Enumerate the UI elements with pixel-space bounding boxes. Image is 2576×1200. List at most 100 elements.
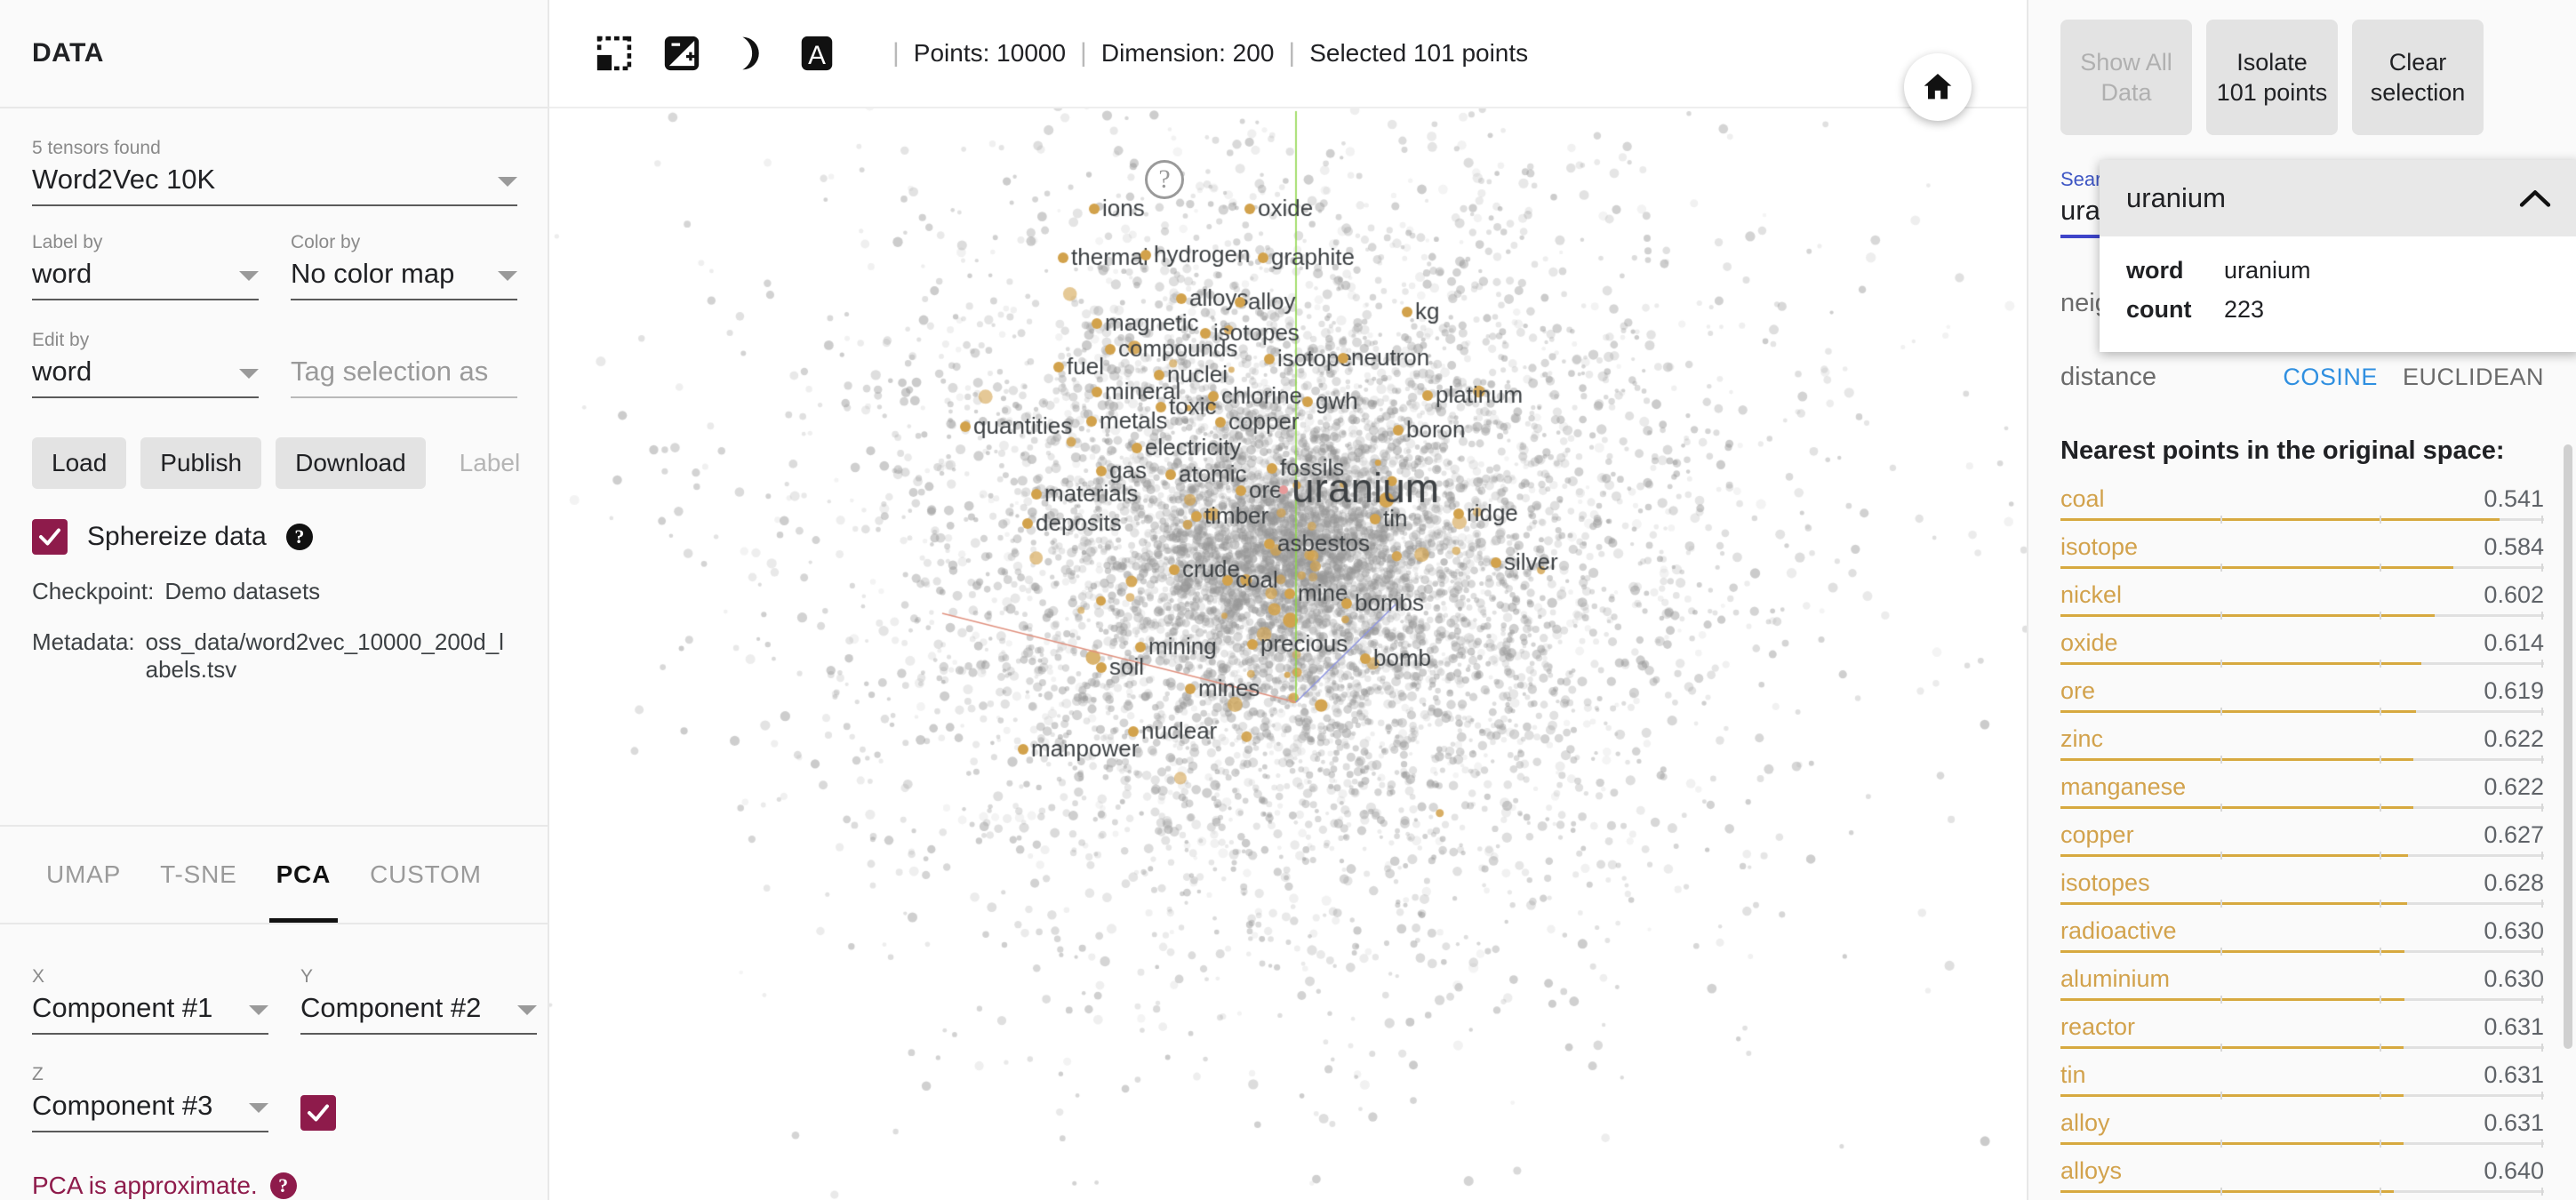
bar-tick xyxy=(2220,996,2222,1004)
nearest-point-distance: 0.630 xyxy=(2484,917,2544,944)
projector-stats: | Points: 10000 | Dimension: 200 | Selec… xyxy=(878,38,1528,68)
publish-button[interactable]: Publish xyxy=(140,437,262,489)
chevron-down-icon xyxy=(249,1005,268,1015)
tab-custom[interactable]: CUSTOM xyxy=(350,827,501,923)
nearest-point-row[interactable]: coal 0.541 xyxy=(2060,485,2544,533)
nearest-point-row[interactable]: copper 0.627 xyxy=(2060,821,2544,869)
nearest-point-row[interactable]: nickel 0.602 xyxy=(2060,581,2544,629)
nearest-point-row[interactable]: ore 0.619 xyxy=(2060,677,2544,725)
nearest-point-distance: 0.622 xyxy=(2484,773,2544,800)
pca-x-select[interactable]: Component #1 xyxy=(32,990,268,1035)
tab-pca[interactable]: PCA xyxy=(257,827,351,923)
nearest-point-bar xyxy=(2060,1092,2544,1100)
nearest-point-row[interactable]: manganese 0.622 xyxy=(2060,773,2544,821)
stat-separator: | xyxy=(1288,38,1296,68)
bar-tick xyxy=(2220,1044,2222,1052)
nearest-point-word[interactable]: zinc xyxy=(2060,725,2103,753)
dataset-select[interactable]: Word2Vec 10K xyxy=(32,162,517,206)
help-icon[interactable]: ? xyxy=(285,524,313,550)
bar-tick xyxy=(2541,516,2544,524)
chevron-down-icon xyxy=(498,271,517,281)
bar-tick xyxy=(2380,612,2382,620)
nearest-point-row[interactable]: tin 0.631 xyxy=(2060,1061,2544,1109)
nearest-point-row[interactable]: zinc 0.622 xyxy=(2060,725,2544,773)
distance-cosine-option[interactable]: COSINE xyxy=(2283,364,2378,391)
nearest-point-row[interactable]: alloys 0.640 xyxy=(2060,1157,2544,1200)
nearest-point-word[interactable]: nickel xyxy=(2060,581,2122,609)
night-mode-contrast-icon[interactable] xyxy=(661,33,702,74)
pca-z-select[interactable]: Component #3 xyxy=(32,1088,268,1132)
nearest-point-word[interactable]: aluminium xyxy=(2060,965,2170,993)
nearest-point-word[interactable]: copper xyxy=(2060,821,2134,849)
nearest-point-row[interactable]: reactor 0.631 xyxy=(2060,1013,2544,1061)
select-rectangle-icon[interactable] xyxy=(594,33,635,74)
bar-tick xyxy=(2541,1140,2544,1148)
pca-3d-checkbox[interactable] xyxy=(300,1095,336,1131)
sphereize-row[interactable]: Sphereize data ? xyxy=(32,519,516,555)
nearest-point-word[interactable]: manganese xyxy=(2060,773,2186,801)
sphereize-checkbox[interactable] xyxy=(32,519,68,555)
tag-selection-input[interactable]: Tag selection as xyxy=(291,354,517,398)
edit-by-group: Edit by word xyxy=(32,327,259,402)
nearest-point-word[interactable]: reactor xyxy=(2060,1013,2135,1041)
bar-tick xyxy=(2541,708,2544,716)
pca-z-value: Component #3 xyxy=(32,1090,213,1121)
edit-by-select[interactable]: word xyxy=(32,354,259,398)
nearest-point-row[interactable]: alloy 0.631 xyxy=(2060,1109,2544,1157)
nearest-point-word[interactable]: oxide xyxy=(2060,629,2118,657)
tag-spacer xyxy=(291,327,517,354)
isolate-points-button[interactable]: Isolate 101 points xyxy=(2206,20,2338,135)
bar-tick xyxy=(2380,1140,2382,1148)
help-icon[interactable]: ? xyxy=(269,1172,297,1199)
distance-euclidean-option[interactable]: EUCLIDEAN xyxy=(2403,364,2544,391)
nearest-point-row[interactable]: isotope 0.584 xyxy=(2060,533,2544,581)
scatter-plot[interactable] xyxy=(549,108,2027,1200)
crescent-moon-icon[interactable] xyxy=(729,33,770,74)
nearest-point-word[interactable]: alloy xyxy=(2060,1109,2110,1137)
embedding-projector-app: DATA 5 tensors found Word2Vec 10K Label … xyxy=(0,0,2576,1200)
pca-y-select[interactable]: Component #2 xyxy=(300,990,537,1035)
bar-tick xyxy=(2220,612,2222,620)
projector-help-icon[interactable]: ? xyxy=(1145,160,1184,199)
nearest-point-distance: 0.631 xyxy=(2484,1109,2544,1136)
nearest-point-distance: 0.541 xyxy=(2484,485,2544,512)
nearest-point-word[interactable]: ore xyxy=(2060,677,2095,705)
home-icon xyxy=(1924,74,1952,100)
nearest-point-word[interactable]: tin xyxy=(2060,1061,2086,1089)
scatter-canvas[interactable] xyxy=(549,108,2027,1200)
selection-actions: Show All Data Isolate 101 points Clear s… xyxy=(2060,0,2544,135)
inspector-scrollbar[interactable] xyxy=(2564,444,2572,1049)
chevron-up-icon[interactable] xyxy=(2517,187,2553,210)
nearest-point-word[interactable]: radioactive xyxy=(2060,917,2177,945)
nearest-point-bar-fill xyxy=(2060,806,2413,809)
nearest-point-word[interactable]: coal xyxy=(2060,485,2105,513)
tab-tsne[interactable]: T-SNE xyxy=(140,827,256,923)
download-button[interactable]: Download xyxy=(276,437,426,489)
load-button[interactable]: Load xyxy=(32,437,127,489)
nearest-point-row[interactable]: radioactive 0.630 xyxy=(2060,917,2544,965)
pca-x-label: X xyxy=(32,966,45,987)
nearest-point-row[interactable]: isotopes 0.628 xyxy=(2060,869,2544,917)
reset-view-button[interactable] xyxy=(1904,53,1972,121)
toggle-labels-icon[interactable]: A xyxy=(796,33,837,74)
nearest-point-bar xyxy=(2060,1188,2544,1196)
label-by-select[interactable]: word xyxy=(32,256,259,300)
nearest-point-row[interactable]: aluminium 0.630 xyxy=(2060,965,2544,1013)
nearest-point-row[interactable]: oxide 0.614 xyxy=(2060,629,2544,677)
pca-controls: X Component #1 Y Component #2 Z Componen… xyxy=(0,924,548,1200)
nearest-point-word[interactable]: alloys xyxy=(2060,1157,2122,1185)
nearest-point-word[interactable]: isotopes xyxy=(2060,869,2150,897)
label-by-label: Label by xyxy=(32,232,103,252)
bar-tick xyxy=(2220,516,2222,524)
point-info-header[interactable]: uranium xyxy=(2100,160,2576,236)
nearest-point-bar-fill xyxy=(2060,950,2404,953)
color-by-select[interactable]: No color map xyxy=(291,256,517,300)
clear-selection-button[interactable]: Clear selection xyxy=(2352,20,2484,135)
nearest-points-list[interactable]: coal 0.541 isotope 0.584 nickel 0.602 oxide 0.6… xyxy=(2060,485,2544,1200)
nearest-point-word[interactable]: isotope xyxy=(2060,533,2138,561)
tab-umap[interactable]: UMAP xyxy=(27,827,140,923)
nearest-point-bar-fill xyxy=(2060,614,2435,617)
svg-text:A: A xyxy=(808,41,826,70)
nearest-point-bar-fill xyxy=(2060,854,2408,857)
data-panel-header: DATA xyxy=(0,0,548,108)
